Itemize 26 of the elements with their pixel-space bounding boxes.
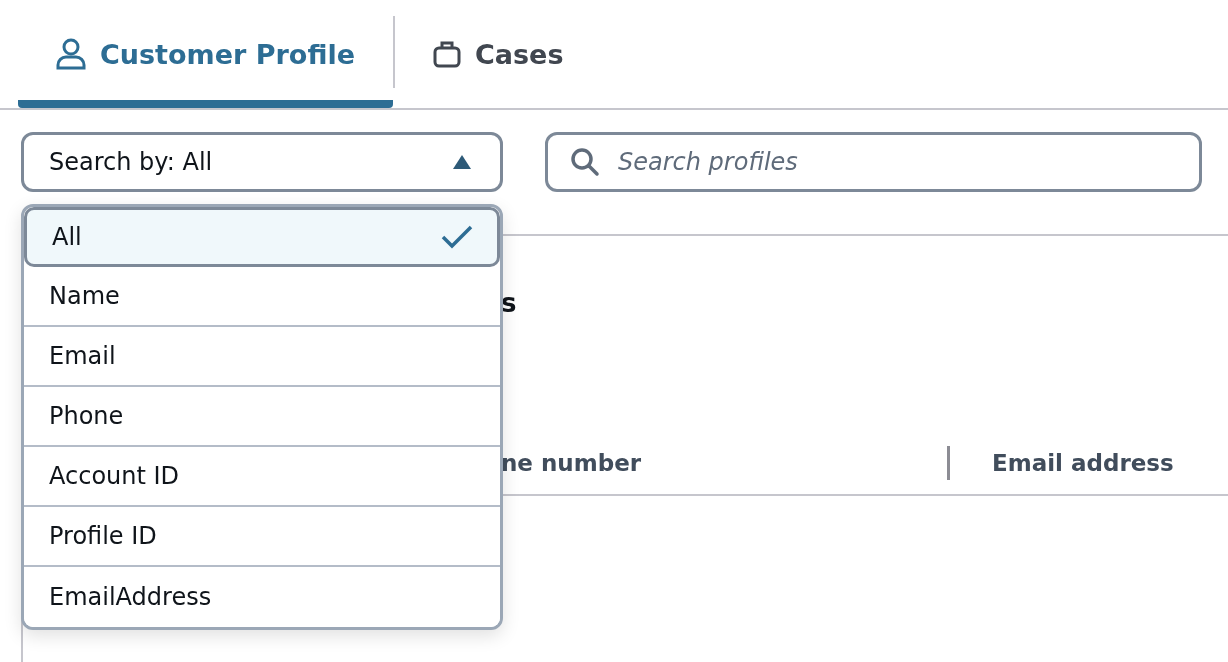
option-label: All bbox=[52, 223, 82, 251]
menu-option[interactable]: EmailAddress bbox=[24, 567, 500, 627]
option-label: Name bbox=[49, 282, 120, 310]
tab[interactable]: Cases bbox=[394, 0, 602, 108]
option-label: Email bbox=[49, 342, 116, 370]
menu-option[interactable]: Account ID bbox=[24, 447, 500, 507]
search-icon bbox=[570, 147, 600, 177]
search-box[interactable]: Search profiles bbox=[545, 132, 1202, 192]
briefcase-icon bbox=[432, 40, 461, 68]
menu-option[interactable]: Name bbox=[24, 267, 500, 327]
person-icon bbox=[56, 38, 86, 70]
menu-option[interactable]: Phone bbox=[24, 387, 500, 447]
caret-icon bbox=[452, 154, 472, 170]
check-icon bbox=[441, 225, 473, 249]
option-label: Profile ID bbox=[49, 522, 157, 550]
column-header: ne number bbox=[501, 449, 643, 478]
menu-option[interactable]: All bbox=[24, 207, 500, 267]
results-heading: s bbox=[501, 288, 517, 318]
menu-option[interactable]: Email bbox=[24, 327, 500, 387]
column-header: Email address bbox=[947, 446, 1228, 480]
option-label: Account ID bbox=[49, 462, 180, 490]
tab[interactable]: Customer Profile bbox=[18, 0, 393, 108]
search-by-dropdown[interactable]: Search by: All bbox=[21, 132, 503, 192]
menu-option[interactable]: Profile ID bbox=[24, 507, 500, 567]
option-label: Phone bbox=[49, 402, 124, 430]
option-label: EmailAddress bbox=[49, 583, 212, 611]
